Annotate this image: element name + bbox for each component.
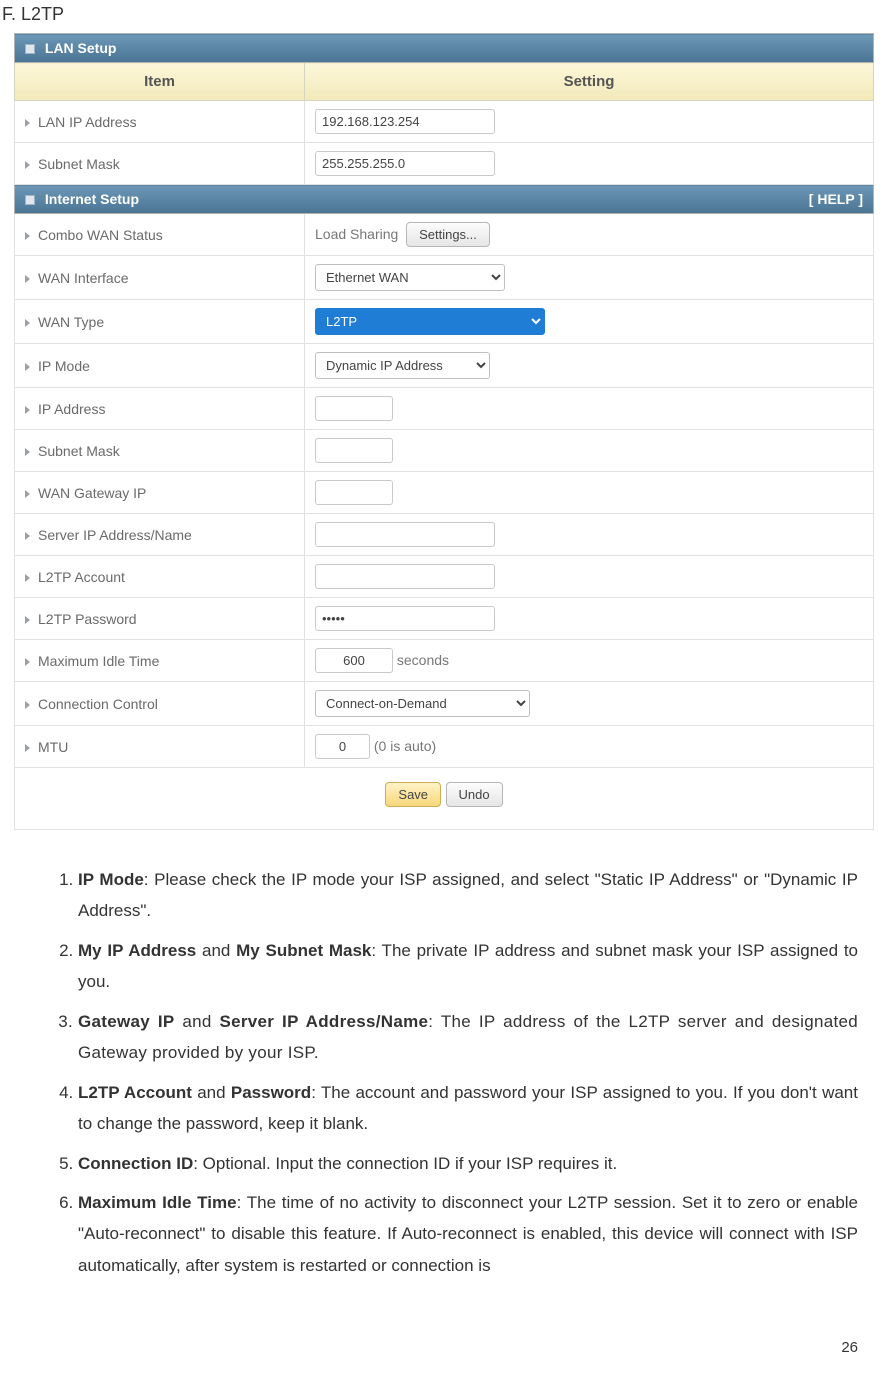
note-3: Gateway IP and Server IP Address/Name: T… [78, 1006, 858, 1069]
subnet-mask-label: Subnet Mask [38, 443, 120, 459]
wan-gateway-input[interactable] [315, 480, 393, 505]
server-ip-input[interactable] [315, 522, 495, 547]
notes-section: IP Mode: Please check the IP mode your I… [0, 830, 876, 1299]
l2tp-account-input[interactable] [315, 564, 495, 589]
header-item: Item [15, 63, 305, 101]
note-1: IP Mode: Please check the IP mode your I… [78, 864, 858, 927]
caret-icon [25, 363, 30, 371]
mtu-input[interactable] [315, 734, 370, 759]
panel-icon [25, 195, 35, 205]
caret-icon [25, 574, 30, 582]
wan-type-label: WAN Type [38, 314, 104, 330]
note-5: Connection ID: Optional. Input the conne… [78, 1148, 858, 1179]
lan-subnet-input[interactable] [315, 151, 495, 176]
caret-icon [25, 448, 30, 456]
caret-icon [25, 616, 30, 624]
caret-icon [25, 119, 30, 127]
combo-wan-text: Load Sharing [315, 226, 398, 242]
panel-icon [25, 44, 35, 54]
caret-icon [25, 406, 30, 414]
caret-icon [25, 232, 30, 240]
ip-mode-label: IP Mode [38, 358, 90, 374]
save-button[interactable]: Save [385, 782, 441, 807]
lan-setup-banner: LAN Setup [15, 34, 874, 63]
mtu-label: MTU [38, 739, 68, 755]
note-6: Maximum Idle Time: The time of no activi… [78, 1187, 858, 1281]
max-idle-suffix: seconds [397, 652, 449, 668]
ip-address-input[interactable] [315, 396, 393, 421]
max-idle-label: Maximum Idle Time [38, 653, 159, 669]
subnet-mask-input[interactable] [315, 438, 393, 463]
page-number: 26 [0, 1299, 876, 1364]
undo-button[interactable]: Undo [446, 782, 503, 807]
mtu-suffix: (0 is auto) [374, 738, 436, 754]
section-heading: F. L2TP [0, 0, 876, 33]
lan-ip-label: LAN IP Address [38, 114, 137, 130]
note-2: My IP Address and My Subnet Mask: The pr… [78, 935, 858, 998]
l2tp-account-label: L2TP Account [38, 569, 125, 585]
internet-setup-banner: Internet Setup [ HELP ] [15, 185, 874, 214]
ip-address-label: IP Address [38, 401, 105, 417]
caret-icon [25, 658, 30, 666]
wan-interface-label: WAN Interface [38, 270, 129, 286]
header-setting: Setting [305, 63, 874, 101]
caret-icon [25, 532, 30, 540]
note-4: L2TP Account and Password: The account a… [78, 1077, 858, 1140]
ip-mode-select[interactable]: Dynamic IP Address [315, 352, 490, 379]
lan-ip-input[interactable] [315, 109, 495, 134]
internet-setup-title: Internet Setup [45, 191, 139, 207]
conn-ctrl-label: Connection Control [38, 696, 158, 712]
combo-wan-label: Combo WAN Status [38, 227, 163, 243]
wan-gateway-label: WAN Gateway IP [38, 485, 146, 501]
l2tp-password-label: L2TP Password [38, 611, 137, 627]
caret-icon [25, 701, 30, 709]
caret-icon [25, 275, 30, 283]
lan-subnet-label: Subnet Mask [38, 156, 120, 172]
help-link[interactable]: [ HELP ] [809, 191, 863, 207]
lan-setup-title: LAN Setup [45, 40, 117, 56]
l2tp-password-input[interactable] [315, 606, 495, 631]
config-table: LAN Setup Item Setting LAN IP Address Su… [14, 33, 874, 830]
caret-icon [25, 490, 30, 498]
server-ip-label: Server IP Address/Name [38, 527, 192, 543]
wan-type-select[interactable]: L2TP [315, 308, 545, 335]
settings-button[interactable]: Settings... [406, 222, 490, 247]
caret-icon [25, 744, 30, 752]
wan-interface-select[interactable]: Ethernet WAN [315, 264, 505, 291]
conn-ctrl-select[interactable]: Connect-on-Demand [315, 690, 530, 717]
max-idle-input[interactable] [315, 648, 393, 673]
caret-icon [25, 319, 30, 327]
caret-icon [25, 161, 30, 169]
